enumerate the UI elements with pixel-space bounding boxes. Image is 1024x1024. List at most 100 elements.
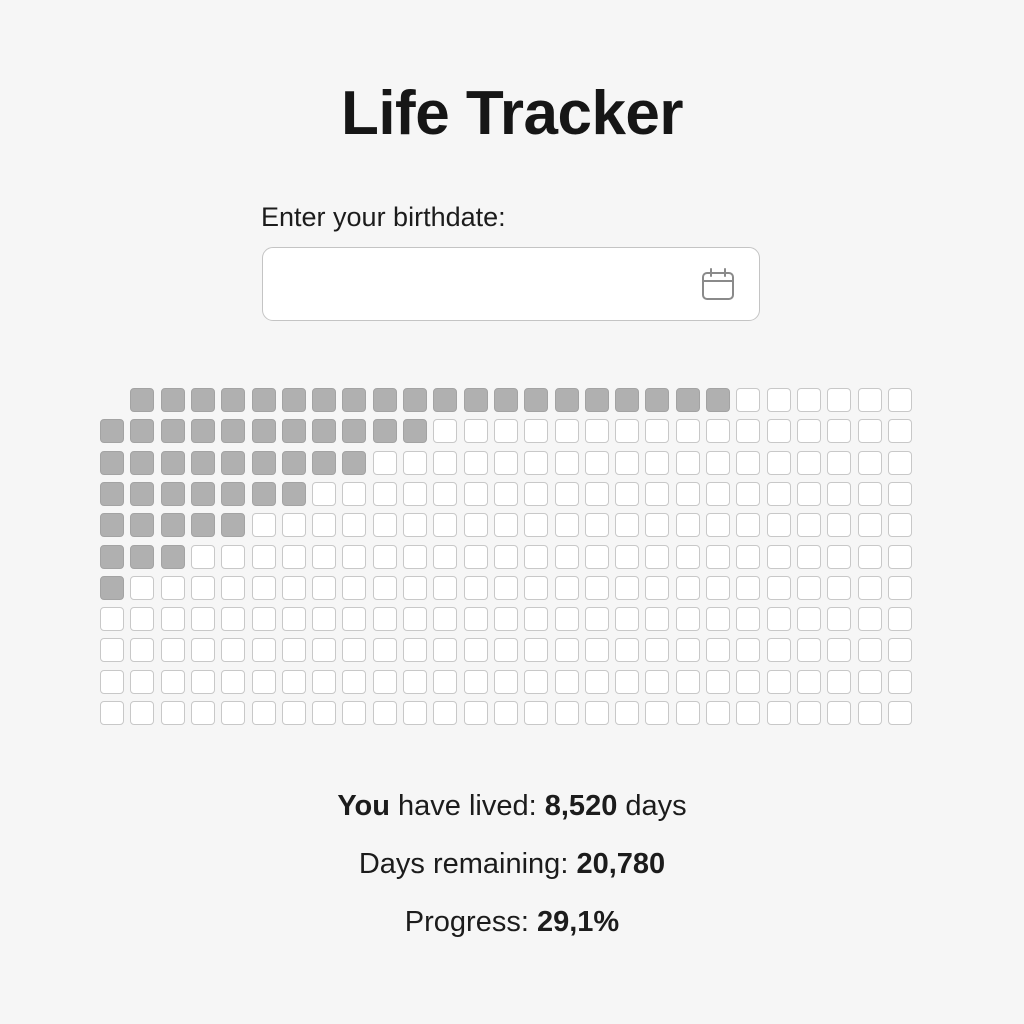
remaining-cell (464, 419, 488, 443)
remaining-cell (494, 576, 518, 600)
remaining-cell (858, 513, 882, 537)
remaining-cell (524, 513, 548, 537)
remaining-cell (615, 638, 639, 662)
lived-cell (130, 388, 154, 412)
lived-cell (191, 482, 215, 506)
remaining-cell (403, 451, 427, 475)
remaining-cell (252, 701, 276, 725)
remaining-cell (252, 638, 276, 662)
remaining-cell (373, 670, 397, 694)
lived-cell (221, 482, 245, 506)
remaining-cell (797, 576, 821, 600)
remaining-cell (161, 701, 185, 725)
remaining-cell (676, 670, 700, 694)
remaining-cell (494, 482, 518, 506)
remaining-cell (706, 638, 730, 662)
remaining-cell (403, 513, 427, 537)
remaining-cell (342, 607, 366, 631)
remaining-cell (888, 482, 912, 506)
lived-cell (100, 451, 124, 475)
remaining-cell (645, 638, 669, 662)
remaining-cell (858, 388, 882, 412)
remaining-cell (342, 482, 366, 506)
remaining-cell (282, 670, 306, 694)
remaining-cell (555, 419, 579, 443)
remaining-cell (888, 701, 912, 725)
remaining-cell (585, 638, 609, 662)
remaining-cell (130, 638, 154, 662)
days-lived-prefix: You (337, 790, 390, 822)
remaining-cell (342, 701, 366, 725)
remaining-cell (555, 670, 579, 694)
remaining-cell (827, 419, 851, 443)
remaining-cell (555, 545, 579, 569)
remaining-cell (615, 576, 639, 600)
remaining-cell (100, 607, 124, 631)
lived-cell (221, 419, 245, 443)
lived-cell (100, 513, 124, 537)
remaining-cell (645, 576, 669, 600)
remaining-cell (494, 670, 518, 694)
lived-cell (373, 388, 397, 412)
remaining-cell (342, 576, 366, 600)
remaining-cell (736, 545, 760, 569)
remaining-cell (827, 451, 851, 475)
lived-cell (100, 576, 124, 600)
remaining-cell (282, 576, 306, 600)
remaining-cell (797, 545, 821, 569)
lived-cell (221, 388, 245, 412)
remaining-cell (524, 701, 548, 725)
lived-cell (221, 451, 245, 475)
remaining-cell (464, 482, 488, 506)
remaining-cell (555, 701, 579, 725)
remaining-cell (767, 513, 791, 537)
life-weeks-grid (100, 388, 920, 733)
remaining-cell (645, 419, 669, 443)
remaining-cell (524, 419, 548, 443)
remaining-cell (373, 482, 397, 506)
remaining-cell (312, 638, 336, 662)
remaining-cell (797, 451, 821, 475)
remaining-cell (797, 482, 821, 506)
lived-cell (342, 451, 366, 475)
remaining-cell (555, 513, 579, 537)
remaining-cell (312, 545, 336, 569)
lived-cell (161, 419, 185, 443)
remaining-cell (494, 451, 518, 475)
remaining-cell (373, 701, 397, 725)
remaining-cell (706, 513, 730, 537)
remaining-cell (433, 545, 457, 569)
remaining-cell (464, 513, 488, 537)
remaining-cell (767, 482, 791, 506)
lived-cell (494, 388, 518, 412)
lived-cell (645, 388, 669, 412)
remaining-cell (433, 607, 457, 631)
birthdate-field[interactable] (262, 247, 760, 322)
days-lived-label: have lived: (398, 790, 537, 822)
remaining-cell (706, 701, 730, 725)
remaining-cell (827, 670, 851, 694)
days-remaining-value: 20,780 (576, 848, 666, 880)
lived-cell (312, 388, 336, 412)
remaining-cell (858, 482, 882, 506)
remaining-cell (130, 670, 154, 694)
remaining-cell (312, 607, 336, 631)
remaining-cell (827, 388, 851, 412)
lived-cell (130, 451, 154, 475)
birthdate-input[interactable] (279, 248, 683, 322)
remaining-cell (433, 482, 457, 506)
remaining-cell (797, 638, 821, 662)
remaining-cell (615, 419, 639, 443)
remaining-cell (130, 576, 154, 600)
calendar-icon[interactable] (699, 266, 737, 304)
lived-cell (252, 388, 276, 412)
lived-cell (130, 419, 154, 443)
progress-stat: Progress: 29,1% (0, 902, 1024, 942)
birthdate-label: Enter your birthdate: (261, 202, 506, 232)
remaining-cell (494, 701, 518, 725)
remaining-cell (494, 545, 518, 569)
remaining-cell (555, 638, 579, 662)
remaining-cell (282, 701, 306, 725)
remaining-cell (221, 701, 245, 725)
remaining-cell (676, 545, 700, 569)
